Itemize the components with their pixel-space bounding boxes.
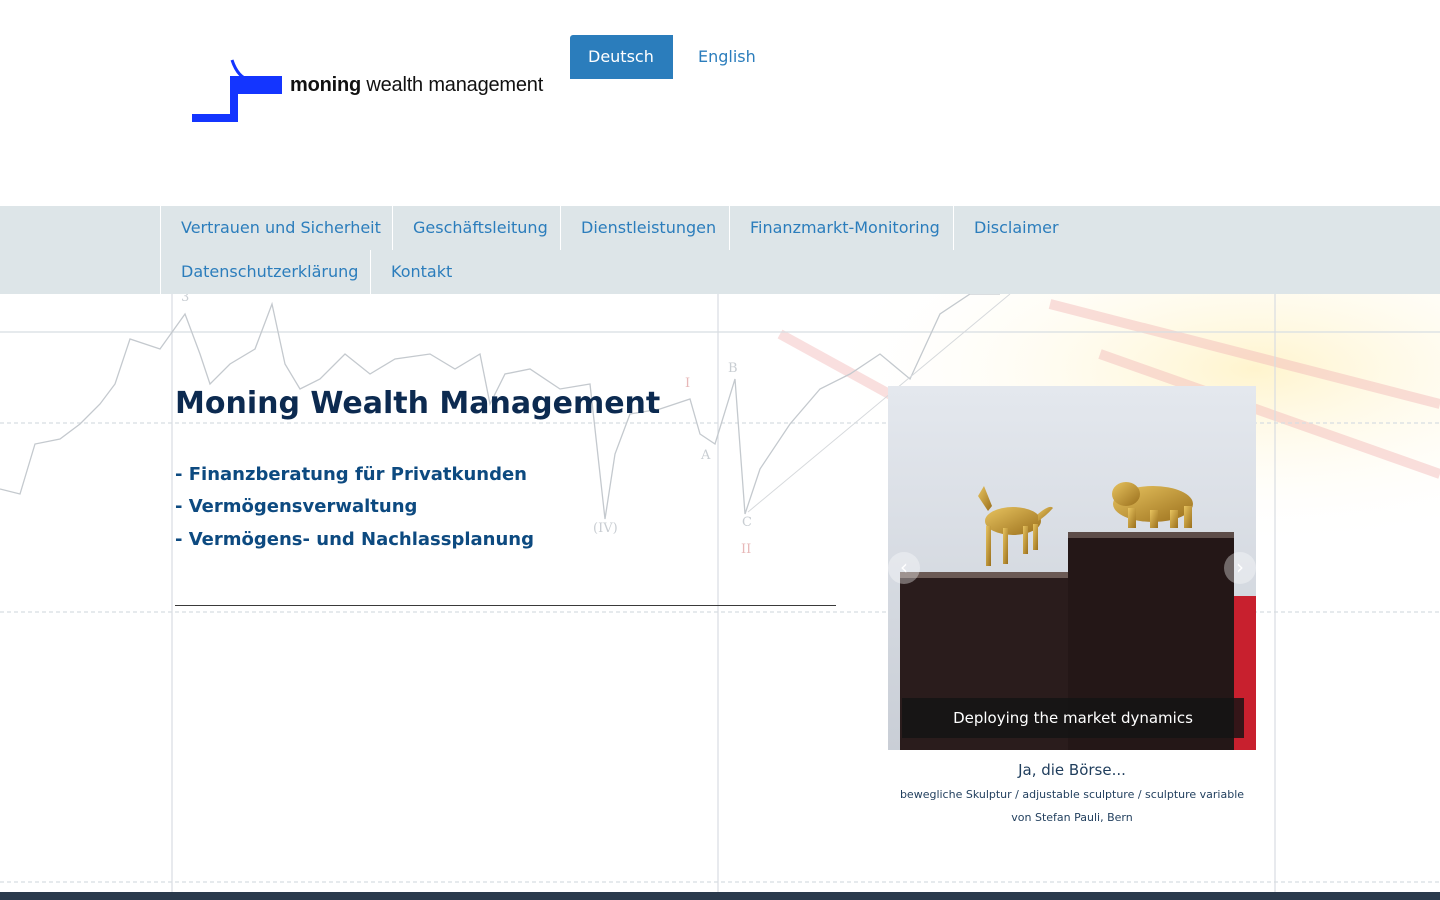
photo-credit: von Stefan Pauli, Bern (1011, 811, 1133, 824)
main-navigation: Vertrauen und Sicherheit Geschäftsleitun… (0, 206, 1440, 294)
wave-label: II (741, 542, 751, 557)
chevron-right-icon: › (1236, 555, 1244, 579)
service-item: - Vermögens- und Nachlassplanung (175, 529, 534, 550)
wave-label: B (728, 361, 738, 376)
service-item: - Vermögensverwaltung (175, 496, 418, 517)
wave-label: I (685, 376, 690, 391)
wave-label: C (742, 515, 752, 530)
nav-item-finanzmarkt-monitoring[interactable]: Finanzmarkt-Monitoring (729, 206, 960, 250)
site-logo[interactable]: moning wealth management (190, 58, 560, 124)
service-item: - Finanzberatung für Privatkunden (175, 464, 527, 485)
image-slider[interactable]: Deploying the market dynamics ‹ › (888, 386, 1256, 750)
content-divider (175, 605, 836, 606)
wave-label: A (700, 448, 711, 463)
slider-next-button[interactable]: › (1224, 552, 1256, 584)
nav-item-geschaeftsleitung[interactable]: Geschäftsleitung (392, 206, 568, 250)
logo-mark-icon (192, 59, 282, 122)
language-english-link[interactable]: English (680, 35, 770, 79)
logo-text: moning wealth management (290, 74, 544, 96)
nav-item-disclaimer[interactable]: Disclaimer (953, 206, 1079, 250)
wave-label: 3 (181, 294, 189, 305)
page-title: Moning Wealth Management (175, 386, 661, 421)
main-content: 3 I B A (IV) C II Moning Wealth Manageme… (0, 294, 1440, 892)
language-deutsch-button[interactable]: Deutsch (570, 35, 673, 79)
nav-item-vertrauen[interactable]: Vertrauen und Sicherheit (160, 206, 401, 250)
site-header: moning wealth management Deutsch English (0, 0, 1440, 206)
nav-item-kontakt[interactable]: Kontakt (370, 250, 472, 294)
photo-title: Ja, die Börse... (1018, 761, 1126, 779)
nav-item-datenschutz[interactable]: Datenschutzerklärung (160, 250, 378, 294)
wave-label: (IV) (593, 521, 618, 536)
nav-item-dienstleistungen[interactable]: Dienstleistungen (560, 206, 736, 250)
slider-prev-button[interactable]: ‹ (888, 552, 920, 584)
slider-caption: Deploying the market dynamics (902, 698, 1244, 738)
sculpture-photo (888, 386, 1256, 750)
chevron-left-icon: ‹ (900, 555, 908, 579)
footer-bar (0, 892, 1440, 900)
photo-subtitle: bewegliche Skulptur / adjustable sculptu… (899, 788, 1245, 801)
